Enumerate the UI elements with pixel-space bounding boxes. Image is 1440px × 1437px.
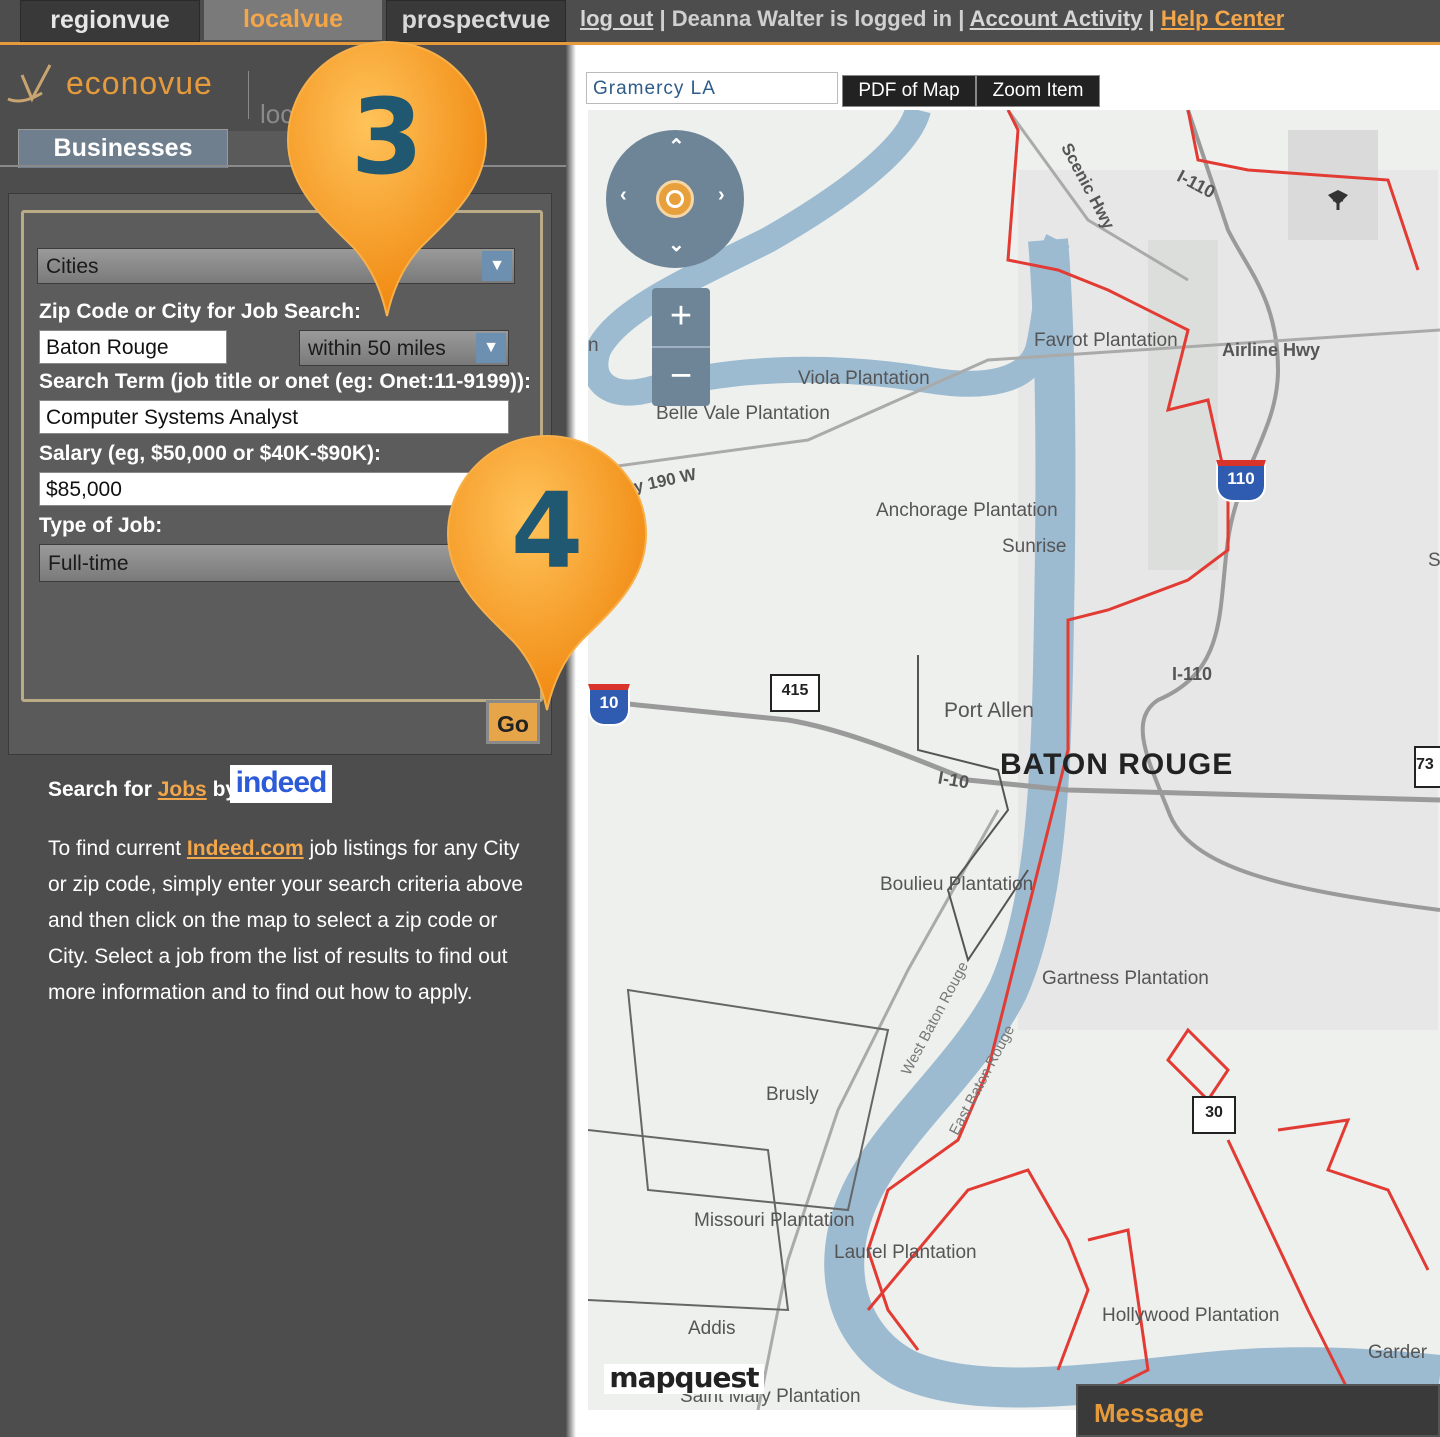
map-label-baton-rouge: BATON ROUGE [1000,748,1234,781]
pdf-of-map-button[interactable]: PDF of Map [842,75,976,107]
separator: | [1148,6,1155,31]
map-label-anchorage: Anchorage Plantation [876,500,1058,521]
map-label-hollywood: Hollywood Plantation [1102,1305,1280,1326]
callout-pin-4-number: 4 [510,470,584,592]
salary-label: Salary (eg, $50,000 or $40K-$90K): [39,442,382,465]
top-navigation: regionvue localvue prospectvue log out |… [0,0,1440,45]
map-label-boulieu: Boulieu Plantation [880,874,1034,895]
jobs-heading-prefix: Search for [48,778,152,801]
jobs-link[interactable]: Jobs [158,778,207,801]
message-title: Message [1094,1398,1204,1428]
state-route-73-shield-icon: 73 [1414,746,1440,788]
map-label-addis: Addis [688,1318,736,1339]
map-label-gartness: Gartness Plantation [1042,968,1209,989]
map-zoom-control: + − [652,288,710,406]
tab-regionvue[interactable]: regionvue [20,0,200,42]
zoom-item-button[interactable]: Zoom Item [976,75,1100,107]
account-activity-link[interactable]: Account Activity [970,6,1143,31]
job-type-select-value: Full-time [48,552,129,575]
map-label-i110-south: I-110 [1172,664,1213,684]
user-bar: log out | Deanna Walter is logged in | A… [580,0,1284,40]
radius-select[interactable]: within 50 miles ▼ [299,330,509,366]
zoom-in-button[interactable]: + [652,288,710,348]
help-center-link[interactable]: Help Center [1161,6,1284,31]
zip-city-input[interactable]: Baton Rouge [39,330,227,364]
interstate-110-shield-icon: 110 [1216,460,1266,502]
indeed-com-link[interactable]: Indeed.com [187,837,304,860]
pan-left-icon[interactable]: ‹ [620,184,627,207]
separator: | [659,6,666,31]
pan-right-icon[interactable]: › [718,184,725,207]
map-label-garden: Garder [1368,1342,1428,1363]
map-label-left-edge: n [588,335,599,356]
map-label-right-edge: S [1428,550,1440,571]
logged-in-user-text: Deanna Walter is logged in [671,6,953,31]
jobs-heading: Search for Jobs by [48,778,237,802]
map-label-brusly: Brusly [766,1084,819,1105]
pan-center-icon[interactable] [656,180,694,218]
map-canvas[interactable]: Favrot Plantation Airline Hwy Viola Plan… [588,110,1440,1410]
description-text-rest: job listings for any City or zip code, s… [48,837,524,1004]
jobs-description: To find current Indeed.com job listings … [48,831,528,1011]
map-location-input[interactable]: Gramercy LA [586,72,838,104]
job-type-label: Type of Job: [39,514,163,537]
tab-localvue[interactable]: localvue [204,0,382,40]
logo-brand-text: econovue [66,65,213,101]
search-term-label: Search Term (job title or onet (eg: Onet… [39,370,532,393]
mapquest-logo: mapquest [604,1364,764,1394]
map-label-sunrise: Sunrise [1002,536,1067,557]
search-term-input[interactable]: Computer Systems Analyst [39,400,509,434]
chevron-down-icon: ▼ [476,333,506,363]
pan-up-icon[interactable]: ⌃ [668,134,685,159]
map-label-favrot: Favrot Plantation [1034,330,1178,351]
description-text-start: To find current [48,837,182,860]
econovue-logo: econovue loc [2,55,302,129]
indeed-logo[interactable]: indeed [230,765,332,803]
geography-select-value: Cities [46,255,99,278]
logo-divider [248,71,249,119]
job-type-select[interactable]: Full-time [39,544,509,582]
map-label-airline-hwy: Airline Hwy [1222,340,1321,360]
tab-prospectvue[interactable]: prospectvue [386,0,566,42]
zoom-out-button[interactable]: − [652,348,710,406]
map-label-viola: Viola Plantation [798,368,930,389]
map-pan-control[interactable]: ⌃ ⌄ ‹ › [606,130,744,268]
radius-select-value: within 50 miles [308,337,446,360]
callout-pin-4: 4 [444,432,650,714]
logo-mark-icon [7,64,52,103]
logout-link[interactable]: log out [580,6,653,31]
pan-down-icon[interactable]: ⌄ [668,232,685,257]
map-label-port-allen: Port Allen [944,699,1034,722]
map-label-missouri: Missouri Plantation [694,1210,855,1231]
callout-pin-3: 3 [284,38,490,320]
map-label-belle-vale: Belle Vale Plantation [656,403,830,424]
state-route-415-shield-icon: 415 [770,674,820,712]
state-route-30-shield-icon: 30 [1192,1096,1236,1134]
message-panel[interactable]: Message [1076,1384,1440,1437]
salary-input[interactable]: $85,000 [39,472,509,506]
callout-pin-3-number: 3 [350,76,424,198]
map-label-laurel: Laurel Plantation [834,1242,977,1263]
tab-businesses[interactable]: Businesses [18,129,228,168]
panel-shadow [566,45,576,1437]
separator: | [958,6,965,31]
